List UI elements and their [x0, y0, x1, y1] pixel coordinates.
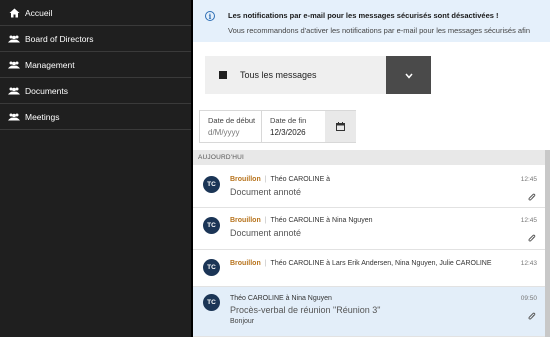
calendar-icon	[336, 118, 345, 136]
scrollbar[interactable]	[545, 150, 550, 337]
message-row-selected[interactable]: TC Théo CAROLINE à Nina Nguyen Procès-ve…	[193, 287, 545, 337]
filter-label: Tous les messages	[240, 70, 317, 80]
sidebar: Accueil Board of Directors Management Do…	[0, 0, 193, 337]
paperclip-icon	[528, 189, 536, 201]
message-participants: Théo CAROLINE à	[270, 176, 331, 183]
message-preview: Bonjour	[230, 318, 255, 325]
info-icon: i	[205, 11, 215, 21]
message-subject: Document annoté	[230, 187, 302, 197]
message-meta: Brouillon | Théo CAROLINE à Lars Erik Ande…	[230, 260, 492, 267]
message-meta: Brouillon | Théo CAROLINE à	[230, 176, 330, 183]
sidebar-item-accueil[interactable]: Accueil	[0, 0, 191, 26]
filter-square-icon	[219, 71, 227, 79]
sidebar-item-management[interactable]: Management	[0, 52, 191, 78]
message-meta: Brouillon | Théo CAROLINE à Nina Nguyen	[230, 217, 372, 224]
sidebar-item-label: Board of Directors	[25, 33, 94, 44]
sidebar-item-label: Documents	[25, 85, 68, 96]
message-row[interactable]: TC Brouillon | Théo CAROLINE à Lars Erik A…	[193, 250, 545, 287]
paperclip-icon	[528, 308, 536, 320]
message-time: 09:50	[520, 295, 537, 302]
meta-separator: |	[264, 217, 267, 224]
meta-separator: |	[264, 176, 267, 183]
end-date-label: Date de fin	[270, 116, 307, 125]
message-subject: Procès-verbal de réunion "Réunion 3"	[230, 305, 381, 315]
draft-badge: Brouillon	[230, 176, 261, 183]
message-time: 12:45	[520, 176, 537, 183]
section-header-today: AUJOURD'HUI	[193, 150, 550, 165]
message-row[interactable]: TC Brouillon | Théo CAROLINE à Nina Nguyen…	[193, 208, 545, 250]
sidebar-item-label: Accueil	[25, 7, 53, 18]
banner-title: Les notifications par e-mail pour les me…	[228, 11, 499, 20]
calendar-button[interactable]	[325, 111, 356, 142]
start-date-input[interactable]: d/M/yyyy	[208, 128, 240, 137]
people-icon	[8, 34, 20, 44]
people-icon	[8, 86, 20, 96]
paperclip-icon	[528, 230, 536, 242]
avatar: TC	[203, 176, 220, 193]
main-content: i Les notifications par e-mail pour les …	[193, 0, 550, 337]
message-time: 12:43	[520, 260, 537, 267]
draft-badge: Brouillon	[230, 260, 261, 267]
message-participants: Théo CAROLINE à Nina Nguyen	[270, 217, 373, 224]
sidebar-item-label: Management	[25, 59, 75, 70]
end-date-input[interactable]: 12/3/2026	[270, 128, 306, 137]
people-icon	[8, 112, 20, 122]
avatar: TC	[203, 294, 220, 311]
message-participants: Théo CAROLINE à Lars Erik Andersen, Nina…	[270, 260, 492, 267]
people-icon	[8, 60, 20, 70]
draft-badge: Brouillon	[230, 217, 261, 224]
end-date-field[interactable]: Date de fin 12/3/2026	[262, 111, 325, 142]
start-date-label: Date de début	[208, 116, 256, 125]
message-time: 12:45	[520, 217, 537, 224]
date-range: Date de début d/M/yyyy Date de fin 12/3/…	[199, 110, 356, 143]
sidebar-item-documents[interactable]: Documents	[0, 78, 191, 104]
meta-separator: |	[264, 260, 267, 267]
start-date-field[interactable]: Date de début d/M/yyyy	[200, 111, 262, 142]
notification-banner: i Les notifications par e-mail pour les …	[193, 0, 550, 42]
message-participants: Théo CAROLINE à Nina Nguyen	[230, 295, 332, 302]
sidebar-item-label: Meetings	[25, 111, 60, 122]
message-filter-select[interactable]: Tous les messages	[205, 56, 386, 94]
chevron-down-icon	[404, 66, 413, 84]
message-row[interactable]: TC Brouillon | Théo CAROLINE à Document an…	[193, 165, 545, 208]
banner-text: Vous recommandons d'activer les notifica…	[228, 26, 530, 35]
home-icon	[8, 8, 20, 18]
avatar: TC	[203, 217, 220, 234]
sidebar-item-board-of-directors[interactable]: Board of Directors	[0, 26, 191, 52]
filter-dropdown-button[interactable]	[386, 56, 431, 94]
message-subject: Document annoté	[230, 228, 302, 238]
sidebar-item-meetings[interactable]: Meetings	[0, 104, 191, 130]
avatar: TC	[203, 259, 220, 276]
